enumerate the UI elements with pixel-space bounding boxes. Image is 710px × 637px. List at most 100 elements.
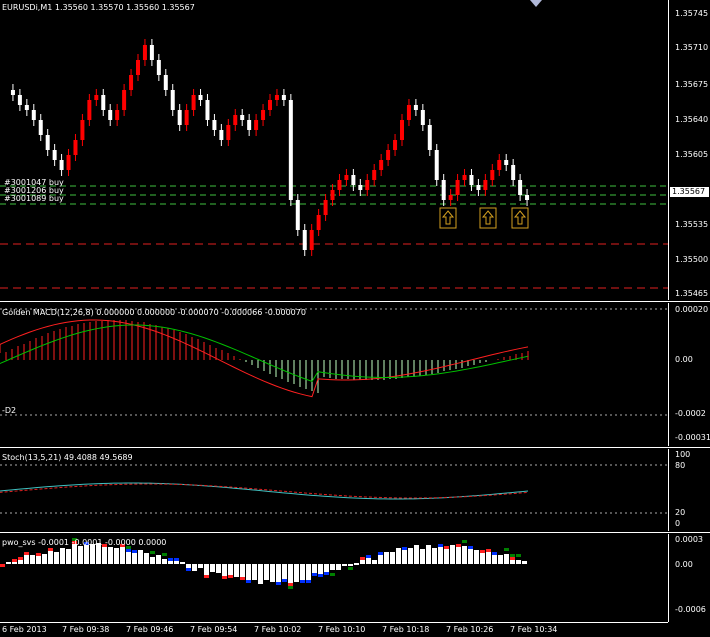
candle-body: [420, 110, 425, 125]
candle-body: [247, 120, 252, 130]
price-chart-pane[interactable]: EURUSDi,M1 1.35560 1.35570 1.35560 1.355…: [0, 0, 668, 300]
pwo-bar: [198, 564, 203, 568]
candle-body: [115, 110, 120, 120]
macd-side-label: -D2: [2, 406, 17, 415]
candle-body: [31, 110, 36, 120]
pwo-bar-cap: [366, 555, 371, 558]
pwo-tick: 0.0003: [675, 535, 703, 544]
candle-body: [309, 230, 314, 250]
candle-body: [17, 95, 22, 105]
pwo-bar: [18, 560, 23, 564]
pwo-bar-cap: [318, 574, 323, 577]
pwo-bar: [486, 552, 491, 564]
macd-axis[interactable]: 0.00020 0.00 -0.0002 -0.00031: [668, 303, 710, 446]
candle-body: [386, 150, 391, 160]
pwo-bar-cap: [480, 550, 485, 553]
triangle-down-icon[interactable]: [530, 0, 542, 8]
time-axis[interactable]: 6 Feb 2013 7 Feb 09:38 7 Feb 09:46 7 Feb…: [0, 623, 710, 637]
pwo-bar: [408, 548, 413, 564]
candle-body: [268, 100, 272, 110]
candle-body: [233, 115, 238, 125]
pwo-bar: [492, 555, 497, 564]
pwo-bar: [240, 564, 245, 577]
pwo-pane[interactable]: pwo_svs -0.0001 -0.0001 -0.0000 0.0000: [0, 534, 668, 622]
pwo-bar: [282, 564, 287, 579]
pwo-bar: [234, 564, 239, 577]
pwo-bar-cap: [222, 576, 227, 579]
pwo-bar-cap: [204, 575, 209, 578]
symbol-label: EURUSDi,M1 1.35560 1.35570 1.35560 1.355…: [2, 3, 195, 12]
pwo-bar: [42, 554, 47, 564]
stoch-label: Stoch(13,5,21) 49.4088 49.5689: [2, 453, 133, 462]
pwo-bar: [168, 561, 173, 564]
macd-chart: [0, 308, 668, 416]
pwo-bar: [462, 546, 467, 564]
pwo-bar: [402, 550, 407, 564]
pwo-bar-cap: [228, 575, 233, 578]
pwo-bar-cap: [18, 557, 23, 560]
pwo-bar: [54, 552, 59, 564]
pwo-bar-cap: [468, 546, 473, 549]
pwo-bar: [384, 552, 389, 564]
stoch-axis[interactable]: 100 80 20 0: [668, 449, 710, 531]
pwo-bar: [444, 549, 449, 564]
candle-body: [198, 95, 203, 100]
pane-separator[interactable]: [0, 532, 710, 533]
pwo-bar: [204, 564, 209, 575]
candle-body: [136, 60, 140, 75]
candle-body: [80, 120, 85, 140]
pwo-bar: [126, 552, 131, 564]
pwo-bar-cap: [330, 573, 335, 576]
signal-line: [0, 324, 529, 382]
pwo-bar: [516, 560, 521, 564]
stoch-pane[interactable]: Stoch(13,5,21) 49.4088 49.5689: [0, 449, 668, 531]
pwo-bar: [174, 561, 179, 564]
candle-body: [24, 105, 29, 110]
pwo-bar-cap: [132, 550, 137, 553]
pwo-bar: [504, 554, 509, 564]
macd-line: [0, 319, 529, 398]
candle-body: [434, 150, 439, 180]
pane-separator[interactable]: [0, 447, 710, 448]
candle-body: [323, 200, 328, 215]
price-tick: 1.35710: [675, 43, 709, 52]
macd-label: Golden MACD(12,26,8) 0.000000 0.000000 -…: [2, 308, 306, 317]
pwo-bar: [276, 564, 281, 582]
pwo-bar: [420, 549, 425, 564]
candle-body: [108, 110, 113, 120]
pwo-bar-cap: [456, 544, 461, 547]
candle-body: [406, 105, 411, 120]
pwo-bar: [300, 564, 305, 580]
pane-separator[interactable]: [0, 301, 710, 302]
candle-body: [129, 75, 134, 90]
candle-body: [497, 160, 502, 170]
candle-body: [372, 170, 377, 180]
candle-body: [240, 115, 245, 120]
macd-tick: -0.0002: [675, 409, 706, 418]
candle-body: [142, 45, 147, 60]
candle-body: [476, 185, 481, 190]
price-tick: 1.35535: [675, 220, 709, 229]
pwo-bar: [474, 550, 479, 564]
pwo-bar: [186, 564, 191, 568]
up-arrow-icon: [479, 207, 497, 229]
candle-body: [261, 110, 266, 120]
pwo-bar: [30, 555, 35, 564]
candle-body: [87, 100, 92, 120]
pwo-bar-cap: [240, 577, 245, 580]
candle-body: [170, 90, 175, 110]
candle-body: [365, 180, 370, 190]
pwo-bar-cap: [510, 557, 515, 560]
candle-body: [358, 185, 363, 190]
candle-body: [344, 175, 349, 180]
pwo-bar: [324, 564, 329, 572]
macd-pane[interactable]: Golden MACD(12,26,8) 0.000000 0.000000 -…: [0, 303, 668, 446]
price-axis[interactable]: 1.35745 1.35710 1.35675 1.35640 1.35605 …: [668, 0, 710, 300]
pwo-bar-cap: [12, 559, 17, 562]
pwo-bar: [216, 564, 221, 573]
time-tick: 7 Feb 09:54: [190, 625, 238, 634]
pwo-tick: -0.0006: [675, 605, 706, 614]
pwo-axis[interactable]: 0.0003 0.00 -0.0006: [668, 534, 710, 622]
candle-body: [462, 175, 467, 180]
pwo-bar: [480, 553, 485, 564]
